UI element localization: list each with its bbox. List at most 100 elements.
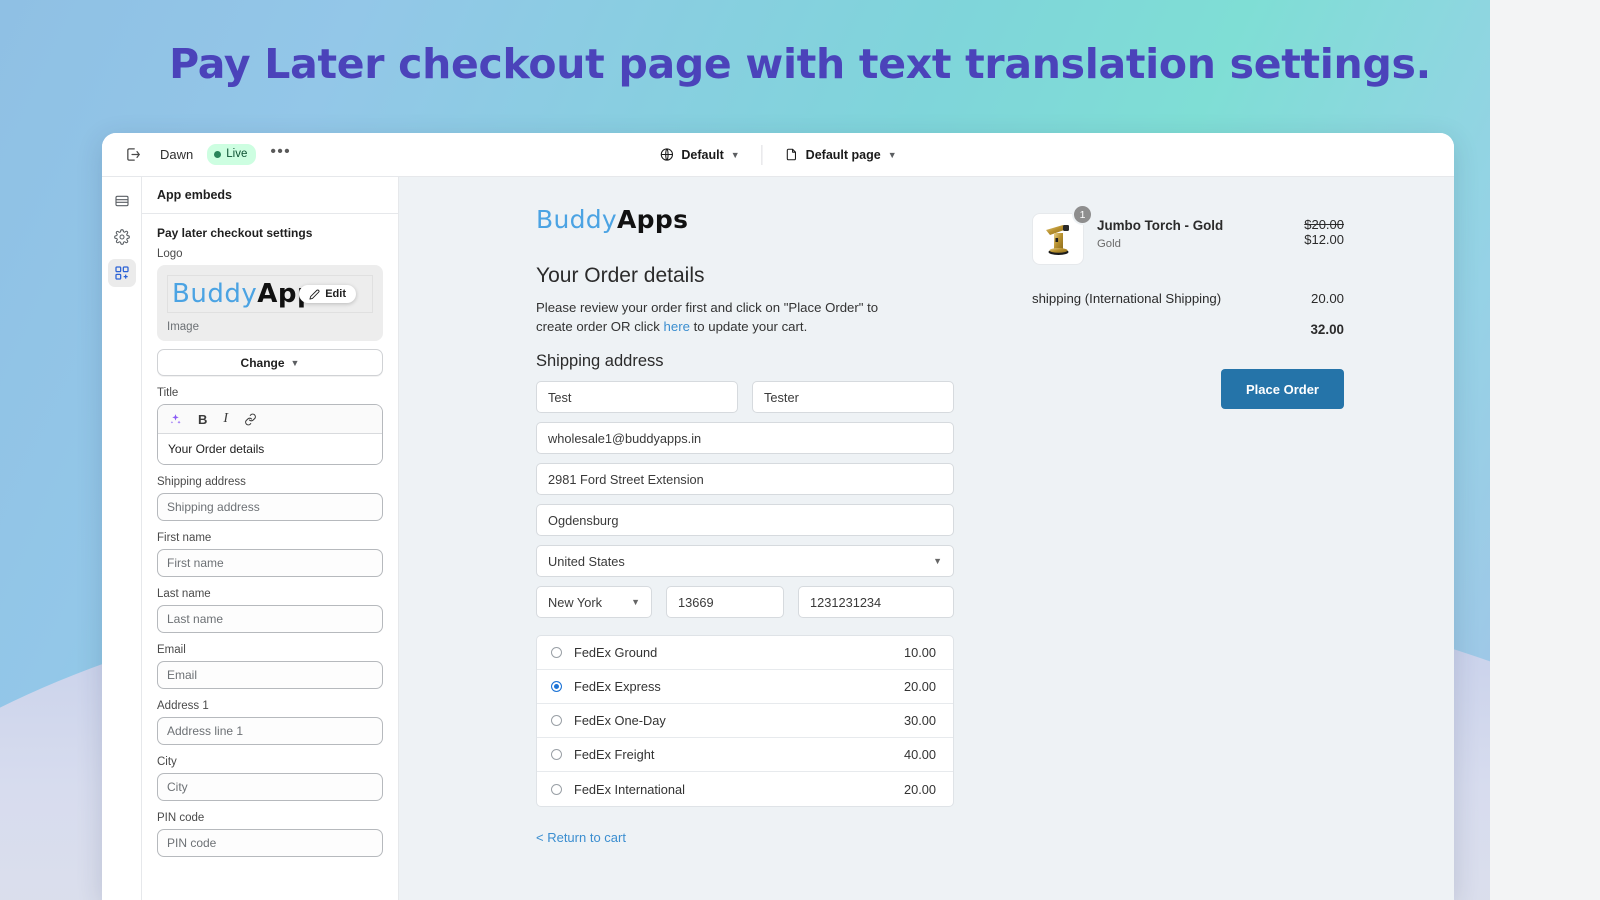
city-input[interactable]: Ogdensburg (536, 504, 954, 536)
order-details-heading: Your Order details (536, 264, 954, 288)
sections-icon[interactable] (108, 187, 136, 215)
editor-icon-rail (102, 177, 142, 900)
return-to-cart-link[interactable]: < Return to cart (536, 830, 626, 845)
shipping-rate-option[interactable]: FedEx Freight 40.00 (537, 738, 953, 772)
page-selector[interactable]: Default page ▼ (775, 142, 907, 167)
page-icon (785, 147, 799, 162)
page-selector-label: Default page (806, 148, 881, 162)
logo-thumbnail[interactable]: BuddyApps Edit (167, 275, 373, 313)
link-icon[interactable] (244, 413, 257, 426)
shipping-rate-option[interactable]: FedEx International 20.00 (537, 772, 953, 806)
shipping-summary-label: shipping (International Shipping) (1032, 291, 1221, 306)
field-input-email[interactable]: Email (157, 661, 383, 689)
order-line-item: 1 Jumbo Torch - Gold Gold $20.00 $12.00 (1032, 213, 1344, 265)
shipping-rate-price: 40.00 (904, 747, 936, 762)
zip-input[interactable]: 13669 (666, 586, 784, 618)
country-select[interactable]: United States ▼ (536, 545, 954, 577)
storefront-preview: BuddyApps Your Order details Please revi… (399, 177, 1454, 900)
field-label-last-name: Last name (157, 588, 383, 600)
field-input-first-name[interactable]: First name (157, 549, 383, 577)
name-row: Test Tester (536, 381, 954, 413)
shipping-rate-price: 10.00 (904, 645, 936, 660)
theme-name[interactable]: Dawn (160, 147, 193, 162)
banner: Pay Later checkout page with text transl… (0, 40, 1600, 89)
chevron-down-icon: ▼ (291, 358, 300, 368)
logo-edit-button[interactable]: Edit (299, 285, 356, 303)
shipping-address-heading: Shipping address (536, 352, 954, 371)
italic-icon[interactable]: I (223, 411, 228, 427)
more-options-button[interactable]: ••• (270, 147, 291, 163)
shipping-rate-name: FedEx One-Day (574, 713, 904, 728)
intro-text-part2: to update your cart. (690, 319, 807, 334)
editor-topbar: Dawn Live ••• Default ▼ (102, 133, 1454, 177)
shipping-rate-option[interactable]: FedEx Express 20.00 (537, 670, 953, 704)
email-row: wholesale1@buddyapps.in (536, 422, 954, 454)
locale-selector[interactable]: Default ▼ (649, 142, 749, 167)
app-embeds-icon[interactable] (108, 259, 136, 287)
update-cart-link[interactable]: here (664, 319, 690, 334)
field-label-pin-code: PIN code (157, 812, 383, 824)
field-input-city[interactable]: City (157, 773, 383, 801)
radio-icon[interactable] (551, 784, 562, 795)
field-input-last-name[interactable]: Last name (157, 605, 383, 633)
state-select[interactable]: New York ▼ (536, 586, 652, 618)
address-line-1-input[interactable]: 2981 Ford Street Extension (536, 463, 954, 495)
panel-heading: App embeds (142, 177, 398, 214)
field-input-shipping-address[interactable]: Shipping address (157, 493, 383, 521)
field-input-address-1[interactable]: Address line 1 (157, 717, 383, 745)
exit-icon[interactable] (120, 142, 146, 168)
logo-wordmark-blue: Buddy (172, 279, 257, 309)
email-input[interactable]: wholesale1@buddyapps.in (536, 422, 954, 454)
title-richtext-value[interactable]: Your Order details (158, 434, 382, 464)
field-label-first-name: First name (157, 532, 383, 544)
country-row: United States ▼ (536, 545, 954, 577)
settings-gear-icon[interactable] (108, 223, 136, 251)
shipping-rates-list: FedEx Ground 10.00 FedEx Express 20.00 F… (536, 635, 954, 807)
logo-change-button[interactable]: Change ▼ (157, 349, 383, 376)
line-item-discounted-price: $12.00 (1304, 232, 1344, 247)
address-row: 2981 Ford Street Extension (536, 463, 954, 495)
line-item-original-price: $20.00 (1304, 217, 1344, 232)
settings-panel: App embeds Pay later checkout settings L… (142, 177, 399, 900)
radio-icon[interactable] (551, 681, 562, 692)
chevron-down-icon: ▼ (888, 150, 897, 160)
banner-title: Pay Later checkout page with text transl… (0, 40, 1600, 89)
magic-icon[interactable] (169, 413, 182, 426)
first-name-input[interactable]: Test (536, 381, 738, 413)
logo-card: BuddyApps Edit Image (157, 265, 383, 341)
storefront-logo: BuddyApps (536, 205, 954, 234)
chevron-down-icon: ▼ (631, 597, 640, 607)
line-item-thumbnail-wrap: 1 (1032, 213, 1084, 265)
title-richtext-editor[interactable]: B I Your Order details (157, 404, 383, 465)
locale-selector-label: Default (681, 148, 723, 162)
field-label-address-1: Address 1 (157, 700, 383, 712)
region-row: New York ▼ 13669 1231231234 (536, 586, 954, 618)
phone-input[interactable]: 1231231234 (798, 586, 954, 618)
radio-icon[interactable] (551, 715, 562, 726)
shipping-rate-price: 30.00 (904, 713, 936, 728)
quantity-badge: 1 (1072, 204, 1093, 225)
shipping-rate-price: 20.00 (904, 679, 936, 694)
radio-icon[interactable] (551, 647, 562, 658)
field-input-pin-code[interactable]: PIN code (157, 829, 383, 857)
last-name-input[interactable]: Tester (752, 381, 954, 413)
shipping-rate-price: 20.00 (904, 782, 936, 797)
panel-scroll-area[interactable]: Logo BuddyApps Edit (142, 248, 398, 900)
logo-image-caption: Image (167, 321, 373, 333)
storefront-logo-black: Apps (617, 205, 688, 234)
bold-icon[interactable]: B (198, 412, 207, 427)
logo-change-label: Change (241, 356, 285, 370)
shipping-rate-option[interactable]: FedEx Ground 10.00 (537, 636, 953, 670)
storefront-logo-blue: Buddy (536, 205, 617, 234)
place-order-button[interactable]: Place Order (1221, 369, 1344, 409)
radio-icon[interactable] (551, 749, 562, 760)
shipping-rate-option[interactable]: FedEx One-Day 30.00 (537, 704, 953, 738)
country-select-value: United States (548, 554, 625, 569)
order-total: 32.00 (1032, 322, 1344, 337)
preview-inner: BuddyApps Your Order details Please revi… (399, 177, 1454, 900)
shipping-rate-name: FedEx International (574, 782, 904, 797)
field-label-email: Email (157, 644, 383, 656)
line-item-details: Jumbo Torch - Gold Gold (1097, 213, 1291, 250)
order-details-intro: Please review your order first and click… (536, 298, 906, 336)
chevron-down-icon: ▼ (731, 150, 740, 160)
